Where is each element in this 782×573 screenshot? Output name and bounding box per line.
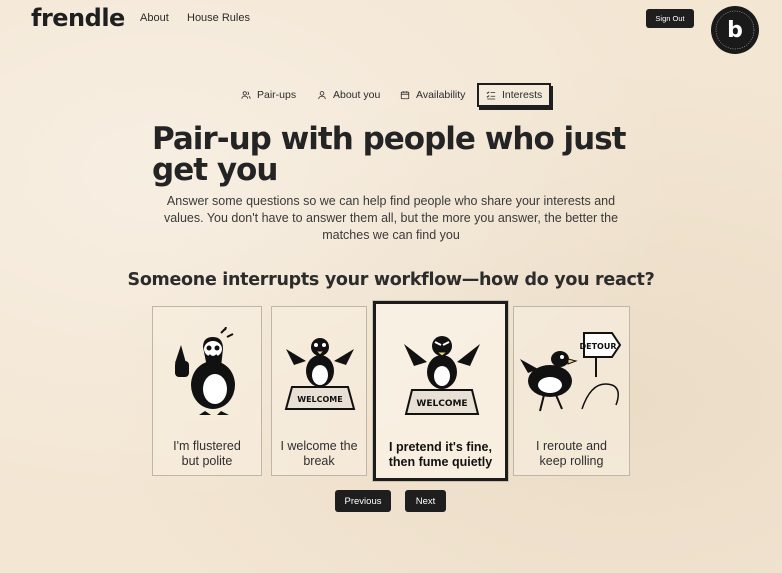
top-bar: frendle About House Rules Sign Out b <box>0 0 782 60</box>
option-label-line1: I welcome the <box>280 439 358 453</box>
tab-label: Interests <box>502 89 543 101</box>
tab-label: Pair-ups <box>257 89 297 101</box>
welcome-mat-goose-icon: WELCOME <box>284 338 356 410</box>
question-text: Someone interrupts your workflow—how do … <box>127 270 655 290</box>
option-label-line2: keep rolling <box>539 454 604 468</box>
nav-about-link[interactable]: About <box>140 12 169 24</box>
option-card-flustered[interactable]: I'm flustered but polite <box>152 306 262 476</box>
tab-label: Availability <box>416 89 466 101</box>
flustered-goose-icon <box>175 327 235 415</box>
tab-interests[interactable]: Interests <box>477 83 552 107</box>
option-label: I pretend it's fine, then fume quietly <box>376 440 505 470</box>
page-subtitle: Answer some questions so we can help fin… <box>163 194 619 242</box>
user-icon <box>318 91 326 100</box>
option-label-line2: break <box>303 454 335 468</box>
next-button[interactable]: Next <box>405 490 446 512</box>
sign-out-button[interactable]: Sign Out <box>646 9 694 28</box>
tab-about-you[interactable]: About you <box>317 83 380 107</box>
fuming-goose-icon: WELCOME <box>404 336 480 415</box>
bolt-badge-icon: b <box>712 7 758 53</box>
list-check-icon <box>486 91 496 100</box>
step-tabs: Pair-ups About you Availability Interest… <box>0 83 782 107</box>
option-card-reroute[interactable]: DETOUR I reroute and keep rolling <box>513 306 630 476</box>
users-icon <box>241 91 251 99</box>
tab-pair-ups[interactable]: Pair-ups <box>241 83 296 107</box>
bolt-badge[interactable]: b <box>711 6 759 54</box>
option-card-welcome[interactable]: WELCOME I welcome the break <box>271 306 367 476</box>
calendar-icon <box>400 91 410 100</box>
option-label-line1: I'm flustered <box>173 439 241 453</box>
option-label: I welcome the break <box>272 439 366 469</box>
option-label-line2: then fume quietly <box>388 455 493 469</box>
option-label: I'm flustered but polite <box>153 439 261 469</box>
previous-button[interactable]: Previous <box>335 490 391 512</box>
detour-goose-icon: DETOUR <box>520 332 622 412</box>
nav-house-rules-link[interactable]: House Rules <box>187 12 250 24</box>
option-label-line1: I pretend it's fine, <box>389 440 492 454</box>
option-label-line2: but polite <box>181 454 233 468</box>
svg-text:b: b <box>727 18 743 43</box>
svg-text:WELCOME: WELCOME <box>297 395 342 404</box>
option-label: I reroute and keep rolling <box>514 439 629 469</box>
option-card-fume[interactable]: WELCOME I pretend it's fine, then fume q… <box>373 301 508 481</box>
tab-availability[interactable]: Availability <box>400 83 465 107</box>
svg-text:WELCOME: WELCOME <box>416 399 467 409</box>
option-label-line1: I reroute and <box>536 439 607 453</box>
tab-label: About you <box>333 89 381 101</box>
svg-text:DETOUR: DETOUR <box>579 342 616 351</box>
page-title: Pair-up with people who just get you <box>152 121 627 188</box>
frendle-logo[interactable]: frendle <box>31 4 125 32</box>
